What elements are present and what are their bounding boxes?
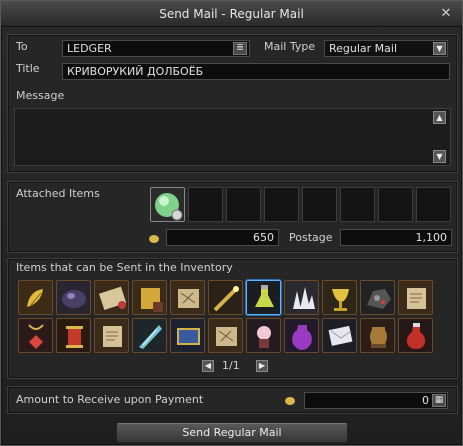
inventory-item[interactable] bbox=[246, 318, 281, 353]
gold-amount-field[interactable]: 650 bbox=[166, 229, 279, 246]
inventory-item[interactable] bbox=[94, 280, 129, 315]
purple-gem-icon bbox=[57, 281, 90, 314]
attached-slot-1[interactable] bbox=[150, 187, 185, 222]
page-indicator: 1/1 bbox=[222, 359, 240, 372]
payment-panel: Amount to Receive upon Payment 0 ▦ bbox=[7, 386, 458, 414]
next-page-icon[interactable]: ▶ bbox=[256, 360, 268, 372]
green-orb-icon bbox=[155, 193, 183, 221]
attached-slot-6[interactable] bbox=[340, 187, 375, 222]
scroll-down-icon[interactable]: ▼ bbox=[433, 150, 446, 163]
inventory-label: Items that can be Sent in the Inventory bbox=[16, 261, 233, 274]
inventory-item[interactable] bbox=[284, 280, 319, 315]
payment-label: Amount to Receive upon Payment bbox=[16, 393, 204, 406]
map-scroll-icon bbox=[209, 319, 242, 352]
inventory-item[interactable] bbox=[56, 280, 91, 315]
lantern-icon bbox=[57, 319, 90, 352]
urn-icon bbox=[361, 319, 394, 352]
inventory-item[interactable] bbox=[398, 280, 433, 315]
potion-flask-icon bbox=[247, 281, 280, 314]
pink-orb-icon bbox=[247, 319, 280, 352]
inventory-item[interactable] bbox=[56, 318, 91, 353]
title-field[interactable]: КРИВОРУКИЙ ДОЛБОЁБ bbox=[62, 63, 450, 80]
inventory-item[interactable] bbox=[360, 280, 395, 315]
inventory-item[interactable] bbox=[94, 318, 129, 353]
ice-shard-icon bbox=[133, 319, 166, 352]
inventory-item[interactable] bbox=[132, 318, 167, 353]
inventory-item[interactable] bbox=[18, 318, 53, 353]
purple-vase-icon bbox=[285, 319, 318, 352]
keypad-icon[interactable]: ▦ bbox=[432, 394, 446, 407]
inventory-item[interactable] bbox=[170, 280, 205, 315]
parchment-icon bbox=[399, 281, 432, 314]
attached-slot-7[interactable] bbox=[378, 187, 413, 222]
inventory-item[interactable] bbox=[208, 280, 243, 315]
gold-leaf-icon bbox=[19, 281, 52, 314]
attached-slot-8[interactable] bbox=[416, 187, 451, 222]
crystal-cluster-icon bbox=[285, 281, 318, 314]
letter-icon bbox=[323, 319, 356, 352]
inventory-item[interactable] bbox=[322, 318, 357, 353]
lettered-scroll-icon bbox=[133, 281, 166, 314]
send-mail-window: Send Mail - Regular Mail ✕ To LEDGER ≣ M… bbox=[0, 0, 463, 446]
inventory-item[interactable] bbox=[284, 318, 319, 353]
parchment-icon bbox=[95, 319, 128, 352]
mail-type-select[interactable]: Regular Mail bbox=[324, 40, 448, 57]
blue-scroll-icon bbox=[171, 319, 204, 352]
gold-coin-icon bbox=[285, 397, 295, 405]
mail-type-label: Mail Type bbox=[264, 40, 316, 53]
inventory-item[interactable] bbox=[322, 280, 357, 315]
prev-page-icon[interactable]: ◀ bbox=[202, 360, 214, 372]
send-regular-mail-button[interactable]: Send Regular Mail bbox=[116, 422, 348, 443]
attached-slot-4[interactable] bbox=[264, 187, 299, 222]
wand-icon bbox=[209, 281, 242, 314]
chevron-down-icon[interactable]: ▼ bbox=[433, 42, 446, 55]
address-book-icon[interactable]: ≣ bbox=[233, 42, 247, 55]
attached-slot-2[interactable] bbox=[188, 187, 223, 222]
map-scroll-icon bbox=[171, 281, 204, 314]
compose-panel: To LEDGER ≣ Mail Type Regular Mail ▼ Tit… bbox=[7, 34, 458, 173]
inventory-item[interactable] bbox=[170, 318, 205, 353]
golden-chalice-icon bbox=[323, 281, 356, 314]
recipient-field[interactable]: LEDGER bbox=[62, 40, 250, 57]
to-label: To bbox=[16, 40, 28, 53]
window-title: Send Mail - Regular Mail bbox=[159, 7, 304, 21]
attached-slot-5[interactable] bbox=[302, 187, 337, 222]
scroll-icon bbox=[95, 281, 128, 314]
inventory-item[interactable] bbox=[398, 318, 433, 353]
inventory-item[interactable] bbox=[360, 318, 395, 353]
attached-items-label: Attached Items bbox=[16, 187, 100, 200]
inventory-item[interactable] bbox=[18, 280, 53, 315]
message-label: Message bbox=[16, 89, 65, 102]
postage-label: Postage bbox=[289, 231, 333, 244]
attached-items-panel: Attached Items 650 Postage 1,100 bbox=[7, 181, 458, 253]
gold-coin-icon bbox=[149, 235, 159, 243]
inventory-item[interactable] bbox=[132, 280, 167, 315]
scroll-up-icon[interactable]: ▲ bbox=[433, 111, 446, 124]
red-potion-icon bbox=[399, 319, 432, 352]
message-textarea[interactable] bbox=[14, 108, 451, 166]
postage-amount: 1,100 bbox=[340, 229, 452, 246]
window-titlebar[interactable]: Send Mail - Regular Mail ✕ bbox=[1, 1, 462, 27]
inventory-panel: Items that can be Sent in the Inventory … bbox=[7, 258, 458, 379]
attached-slot-3[interactable] bbox=[226, 187, 261, 222]
payment-amount-field[interactable]: 0 bbox=[304, 392, 448, 409]
amulet-icon bbox=[19, 319, 52, 352]
title-label: Title bbox=[16, 62, 40, 75]
ore-icon bbox=[361, 281, 394, 314]
inventory-item[interactable] bbox=[208, 318, 243, 353]
inventory-item[interactable] bbox=[246, 280, 281, 315]
close-icon[interactable]: ✕ bbox=[438, 6, 454, 22]
